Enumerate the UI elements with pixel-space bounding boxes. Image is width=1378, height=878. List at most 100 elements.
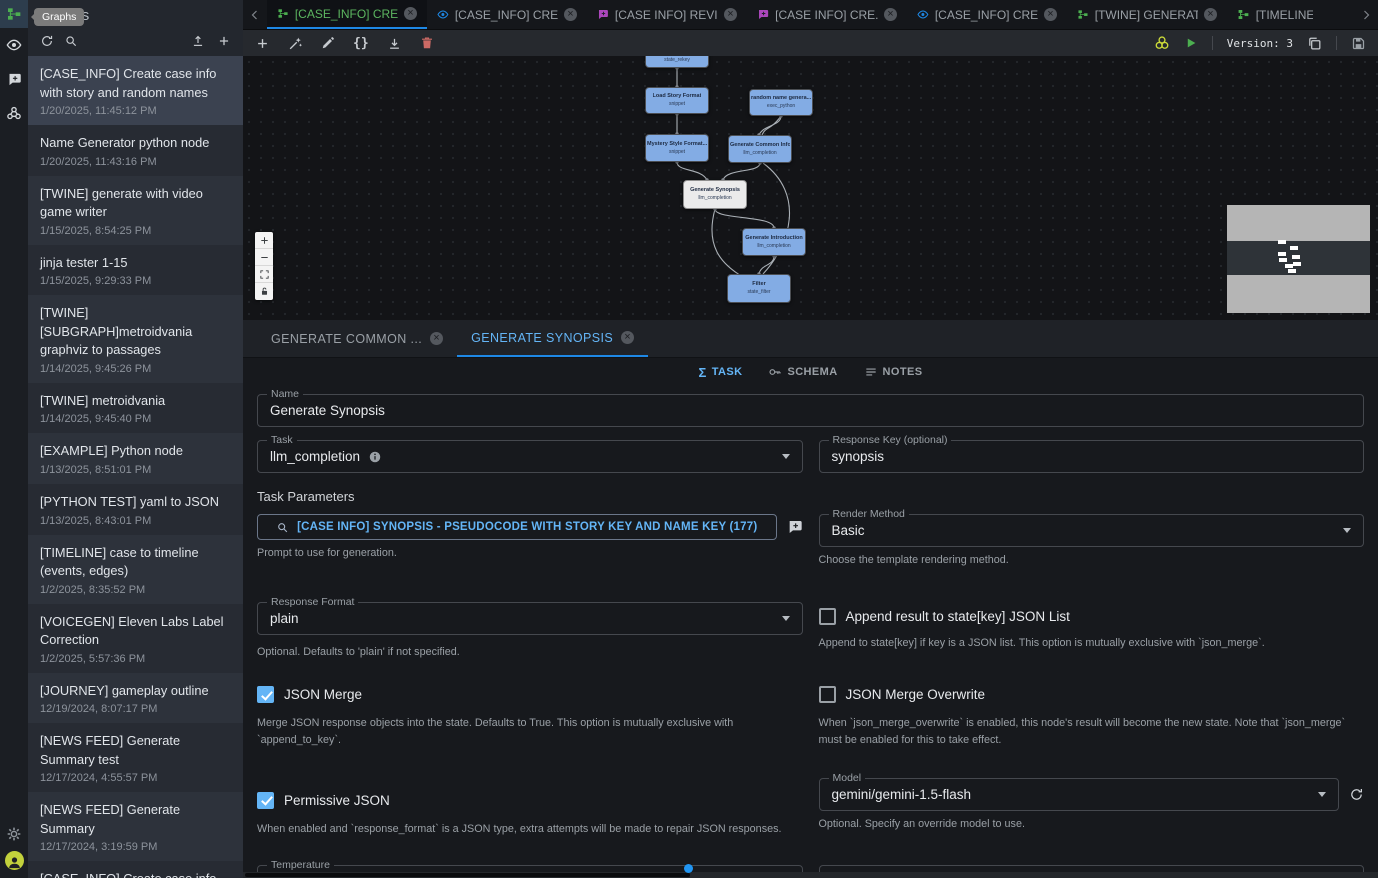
tab-scroll-left[interactable]: [243, 0, 267, 29]
tab-scroll-right[interactable]: [1354, 0, 1378, 29]
tab-case-info-graph[interactable]: [CASE_INFO] CRE... ×: [267, 0, 427, 29]
panel-resize-handle[interactable]: [684, 864, 693, 873]
close-icon[interactable]: ×: [564, 8, 577, 21]
list-item[interactable]: [NEWS FEED] Generate Summary12/17/2024, …: [28, 792, 243, 861]
list-item[interactable]: [PYTHON TEST] yaml to JSON1/13/2025, 8:4…: [28, 484, 243, 535]
user-avatar[interactable]: [5, 851, 24, 870]
helper-text: Optional. Specify an override model to u…: [819, 816, 1365, 832]
edit-button[interactable]: [321, 36, 335, 50]
graph-node[interactable]: Generate Common Info llm_completion: [728, 135, 792, 163]
prompt-select-button[interactable]: [CASE INFO] SYNOPSIS - PSEUDOCODE WITH S…: [257, 514, 777, 540]
close-icon[interactable]: ×: [884, 8, 897, 21]
graph-timestamp: 1/13/2025, 8:51:01 PM: [40, 464, 231, 476]
info-icon[interactable]: [368, 450, 382, 464]
graph-node[interactable]: Mystery Style Format... snippet: [645, 134, 709, 162]
refresh-graphs-button[interactable]: [40, 34, 54, 48]
permissive-json-checkbox[interactable]: Permissive JSON: [257, 792, 803, 809]
list-item[interactable]: [CASE_INFO] Create case info with story …: [28, 861, 243, 878]
zoom-in-icon: [259, 235, 270, 246]
list-item[interactable]: [TWINE] metroidvania1/14/2025, 9:45:40 P…: [28, 383, 243, 434]
graph-toolbar: {} Version: 3: [243, 30, 1378, 56]
close-icon[interactable]: ×: [621, 331, 634, 344]
tab-case-info-view[interactable]: [CASE_INFO] CRE... ×: [427, 0, 587, 29]
close-icon[interactable]: ×: [724, 8, 737, 21]
tab-case-info-review-prompt[interactable]: [CASE INFO] REVI... ×: [587, 0, 747, 29]
close-icon[interactable]: ×: [430, 332, 443, 345]
knot-icon: [1154, 35, 1170, 51]
list-item[interactable]: jinja tester 1-151/15/2025, 9:29:33 PM: [28, 245, 243, 296]
run-graph-button[interactable]: [1184, 36, 1198, 50]
tab-timeline[interactable]: [TIMELINE: [1227, 0, 1323, 29]
checkbox-icon[interactable]: [257, 792, 274, 809]
rail-item-webhooks[interactable]: [0, 96, 28, 130]
checkbox-icon[interactable]: [819, 608, 836, 625]
tab-task[interactable]: Σ TASK: [699, 365, 743, 380]
search-graphs-button[interactable]: [64, 34, 78, 48]
new-prompt-button[interactable]: [787, 519, 803, 535]
close-icon[interactable]: ×: [1204, 8, 1217, 21]
json-merge-overwrite-checkbox[interactable]: JSON Merge Overwrite: [819, 686, 1365, 703]
zoom-in-button[interactable]: [255, 232, 273, 249]
response-key-field[interactable]: Response Key (optional) synopsis: [819, 440, 1365, 473]
zoom-out-button[interactable]: [255, 249, 273, 266]
list-item[interactable]: Name Generator python node1/20/2025, 11:…: [28, 125, 243, 176]
checkbox-icon[interactable]: [257, 686, 274, 703]
rail-item-prompts[interactable]: [0, 62, 28, 96]
run-config-button[interactable]: [1154, 35, 1170, 51]
graph-node-selected[interactable]: Generate Synopsis llm_completion: [683, 180, 747, 209]
close-icon[interactable]: ×: [1044, 8, 1057, 21]
edit-json-button[interactable]: {}: [353, 36, 369, 51]
delete-button[interactable]: [420, 36, 434, 50]
lock-button[interactable]: [255, 283, 273, 300]
import-graph-button[interactable]: [191, 34, 205, 48]
new-graph-button[interactable]: [217, 34, 231, 48]
fit-view-button[interactable]: [255, 266, 273, 283]
graph-node[interactable]: state_rekey: [645, 56, 709, 68]
json-merge-checkbox[interactable]: JSON Merge: [257, 686, 803, 703]
graph-node[interactable]: Load Story Format snippet: [645, 87, 709, 114]
eye-icon: [917, 8, 929, 21]
copy-version-button[interactable]: [1307, 36, 1322, 51]
list-item[interactable]: [VOICEGEN] Eleven Labs Label Correction1…: [28, 604, 243, 673]
minimap[interactable]: [1227, 205, 1370, 313]
export-button[interactable]: [387, 36, 402, 51]
node-tab-generate-synopsis[interactable]: GENERATE SYNOPSIS ×: [457, 320, 648, 357]
list-item[interactable]: [NEWS FEED] Generate Summary test12/17/2…: [28, 723, 243, 792]
rail-item-views[interactable]: [0, 28, 28, 62]
refresh-icon: [40, 34, 54, 48]
tab-schema[interactable]: SCHEMA: [768, 365, 837, 379]
add-node-button[interactable]: [255, 36, 270, 51]
checkbox-icon[interactable]: [819, 686, 836, 703]
app-logo[interactable]: [0, 0, 28, 28]
response-format-select[interactable]: Response Format plain: [257, 602, 803, 635]
scrollbar-thumb[interactable]: [245, 873, 690, 877]
graph-node[interactable]: Filter state_filter: [727, 274, 791, 303]
graph-canvas[interactable]: state_rekey Load Story Format snippet ra…: [243, 56, 1378, 320]
list-item[interactable]: [JOURNEY] gameplay outline12/19/2024, 8:…: [28, 673, 243, 724]
render-method-select[interactable]: Render Method Basic: [819, 514, 1365, 547]
list-item[interactable]: [CASE_INFO] Create case info with story …: [28, 56, 243, 125]
node-tab-generate-common[interactable]: GENERATE COMMON ... ×: [257, 320, 457, 357]
task-select[interactable]: Task llm_completion: [257, 440, 803, 473]
comment-add-icon: [787, 519, 803, 535]
list-item[interactable]: [TWINE][SUBGRAPH]metroidvania graphviz t…: [28, 295, 243, 383]
graph-icon: [6, 6, 22, 22]
tab-twine-generate[interactable]: [TWINE] GENERAT... ×: [1067, 0, 1227, 29]
name-field[interactable]: Name Generate Synopsis: [257, 394, 1364, 427]
close-icon[interactable]: ×: [404, 7, 417, 20]
tab-notes[interactable]: NOTES: [864, 365, 923, 379]
refresh-models-button[interactable]: [1349, 787, 1364, 802]
model-select[interactable]: Model gemini/gemini-1.5-flash: [819, 778, 1340, 811]
list-item[interactable]: [TWINE] generate with video game writer1…: [28, 176, 243, 245]
auto-layout-button[interactable]: [288, 36, 303, 51]
tab-case-info-view-2[interactable]: [CASE_INFO] CRE... ×: [907, 0, 1067, 29]
graph-node[interactable]: random name genera... exec_python: [749, 89, 813, 116]
tab-case-info-create-prompt[interactable]: [CASE INFO] CRE... ×: [747, 0, 907, 29]
task-form: Name Generate Synopsis Task llm_completi…: [243, 386, 1378, 878]
list-item[interactable]: [EXAMPLE] Python node1/13/2025, 8:51:01 …: [28, 433, 243, 484]
save-graph-button[interactable]: [1351, 36, 1366, 51]
list-item[interactable]: [TIMELINE] case to timeline (events, edg…: [28, 535, 243, 604]
append-to-key-checkbox[interactable]: Append result to state[key] JSON List: [819, 608, 1365, 625]
graph-node[interactable]: Generate Introduction llm_completion: [742, 228, 806, 256]
settings-button[interactable]: [0, 817, 28, 851]
